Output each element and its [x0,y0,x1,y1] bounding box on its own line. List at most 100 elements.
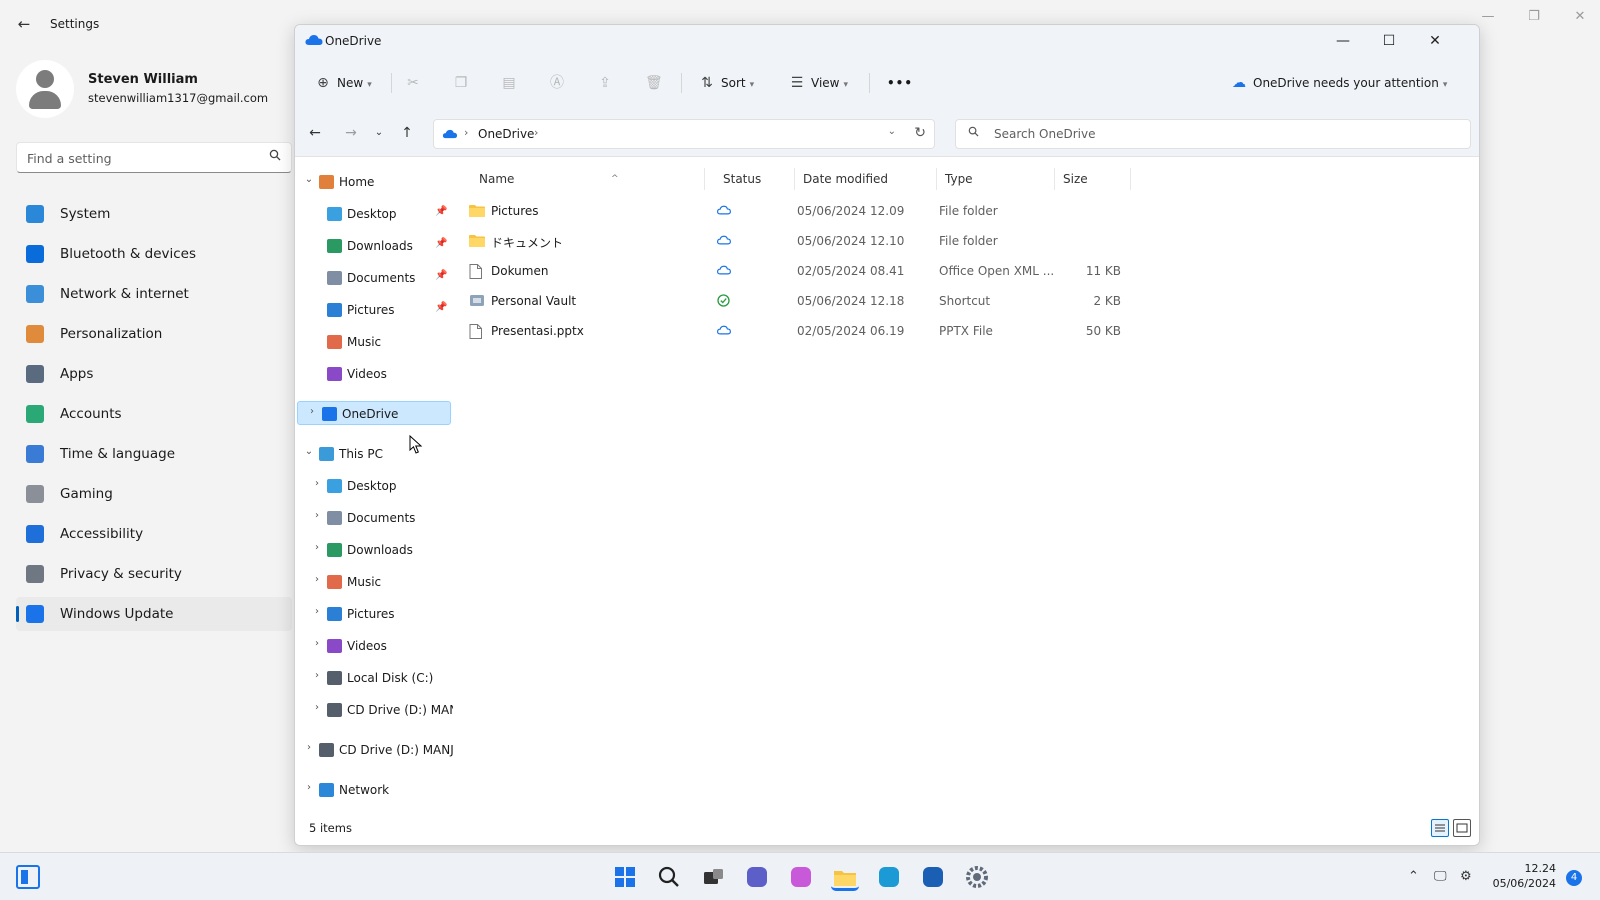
sidebar-item-accounts[interactable]: Accounts [16,397,292,431]
search-input[interactable]: Search OneDrive [955,119,1471,149]
nav-item-videos[interactable]: › Videos [295,634,453,658]
back-arrow-icon[interactable]: ← [303,121,327,145]
pin-icon[interactable]: 📌 [435,238,447,249]
rename-button[interactable]: Ⓐ [549,69,571,97]
recent-locations-chevron-icon[interactable]: ⌄ [367,121,391,145]
windows-start-icon[interactable] [611,863,639,891]
column-header-size[interactable]: Size [1057,168,1131,190]
nav-item-music[interactable]: Music [295,330,453,354]
sidebar-item-apps[interactable]: Apps [16,357,292,391]
refresh-icon[interactable]: ↻ [914,125,926,141]
breadcrumb[interactable]: OneDrive [478,127,534,141]
column-header-status[interactable]: Status [717,168,795,190]
nav-item-videos[interactable]: Videos [295,362,453,386]
chevron-down-icon[interactable]: ⌄ [303,446,315,457]
nav-item-documents[interactable]: Documents 📌 [295,266,453,290]
minimize-icon[interactable]: — [1323,29,1363,53]
nav-item-pictures[interactable]: › Pictures [295,602,453,626]
chevron-right-icon[interactable]: › [311,702,323,713]
table-row[interactable]: Dokumen 02/05/2024 08.41 Office Open XML .… [461,256,1471,286]
edge-icon[interactable] [875,863,903,891]
back-arrow-icon[interactable]: ← [12,14,36,34]
nav-item-desktop[interactable]: › Desktop [295,474,453,498]
chevron-right-icon[interactable]: › [303,742,315,753]
column-header-type[interactable]: Type [939,168,1055,190]
nav-item-cd-drive-d-manj[interactable]: › CD Drive (D:) MANJ [295,738,454,762]
pin-icon[interactable]: 📌 [435,206,447,217]
chevron-right-icon[interactable]: › [311,510,323,521]
copilot-icon[interactable] [787,863,815,891]
table-row[interactable]: Pictures 05/06/2024 12.09 File folder [461,196,1471,226]
chevron-up-icon[interactable]: ⌃ [1408,869,1419,884]
settings-gear-icon[interactable] [963,863,991,891]
chevron-right-icon[interactable]: › [311,478,323,489]
chevron-right-icon[interactable]: › [311,574,323,585]
address-input[interactable]: › OneDrive › ⌄ ↻ [433,119,935,149]
nav-item-downloads[interactable]: › Downloads [295,538,453,562]
file-explorer-icon[interactable] [831,863,859,891]
chevron-right-icon[interactable]: › [306,406,318,417]
column-header-name[interactable]: Name ^ [473,168,705,190]
sidebar-item-network-internet[interactable]: Network & internet [16,277,292,311]
more-options-button[interactable]: ••• [887,69,913,97]
new-button[interactable]: ⊕ New ▾ [315,69,372,97]
nav-item-documents[interactable]: › Documents [295,506,453,530]
search-icon[interactable] [655,863,683,891]
nav-item-local-disk-c[interactable]: › Local Disk (C:) [295,666,453,690]
nav-item-pictures[interactable]: Pictures 📌 [295,298,453,322]
settings-search-input[interactable]: Find a setting [16,142,292,173]
onedrive-attention-button[interactable]: ☁ OneDrive needs your attention ▾ [1231,69,1447,97]
delete-button[interactable]: 🗑 [645,69,667,97]
clock[interactable]: 12.24 05/06/2024 [1493,861,1556,891]
meet-icon[interactable] [743,863,771,891]
nav-item-desktop[interactable]: Desktop 📌 [295,202,453,226]
table-row[interactable]: Presentasi.pptx 02/05/2024 06.19 PPTX File… [461,316,1471,346]
maximize-icon[interactable]: ☐ [1369,29,1409,53]
notification-badge[interactable]: 4 [1566,870,1582,886]
column-header-date[interactable]: Date modified [797,168,937,190]
large-icons-view-icon[interactable] [1453,819,1471,837]
store-icon[interactable] [919,863,947,891]
nav-item-network[interactable]: › Network [295,778,453,802]
paste-button[interactable]: ▤ [501,69,523,97]
copy-button[interactable]: ❐ [453,69,475,97]
chevron-down-icon[interactable]: ⌄ [303,174,315,185]
chevron-right-icon[interactable]: › [534,126,538,139]
restore-icon[interactable]: ❐ [1522,8,1546,26]
chevron-right-icon[interactable]: › [311,606,323,617]
sidebar-item-bluetooth-devices[interactable]: Bluetooth & devices [16,237,292,271]
close-icon[interactable]: ✕ [1415,29,1455,53]
nav-item-downloads[interactable]: Downloads 📌 [295,234,453,258]
chevron-right-icon[interactable]: › [303,782,315,793]
pin-icon[interactable]: 📌 [435,302,447,313]
forward-arrow-icon[interactable]: → [339,121,363,145]
details-view-icon[interactable] [1431,819,1449,837]
chevron-right-icon[interactable]: › [311,638,323,649]
minimize-icon[interactable]: — [1476,8,1500,26]
chevron-right-icon[interactable]: › [311,670,323,681]
pin-icon[interactable]: 📌 [435,270,447,281]
table-row[interactable]: ドキュメント 05/06/2024 12.10 File folder [461,226,1471,256]
nav-item-music[interactable]: › Music [295,570,453,594]
cut-button[interactable]: ✂ [405,69,427,97]
network-status-icon[interactable]: ⚙ [1460,869,1472,884]
table-row[interactable]: Personal Vault 05/06/2024 12.18 Shortcut 2 … [461,286,1471,316]
nav-item-onedrive[interactable]: › OneDrive [297,401,451,425]
widgets-icon[interactable] [16,865,40,889]
share-button[interactable]: ⇪ [597,69,619,97]
sidebar-item-gaming[interactable]: Gaming [16,477,292,511]
nav-item-this-pc[interactable]: ⌄ This PC [295,442,453,466]
sidebar-item-personalization[interactable]: Personalization [16,317,292,351]
sidebar-item-windows-update[interactable]: Windows Update [16,597,292,631]
display-icon[interactable]: 🖵 [1434,869,1447,884]
avatar[interactable] [16,60,74,118]
sidebar-item-accessibility[interactable]: Accessibility [16,517,292,551]
sidebar-item-privacy-security[interactable]: Privacy & security [16,557,292,591]
task-view-icon[interactable] [699,863,727,891]
nav-item-cd-drive-d-man[interactable]: › CD Drive (D:) MAN [295,698,458,722]
sort-button[interactable]: ⇅ Sort ▾ [699,69,754,97]
close-icon[interactable]: ✕ [1568,8,1592,26]
sidebar-item-time-language[interactable]: Time & language [16,437,292,471]
sidebar-item-system[interactable]: System [16,197,292,231]
up-arrow-icon[interactable]: ↑ [395,121,419,145]
